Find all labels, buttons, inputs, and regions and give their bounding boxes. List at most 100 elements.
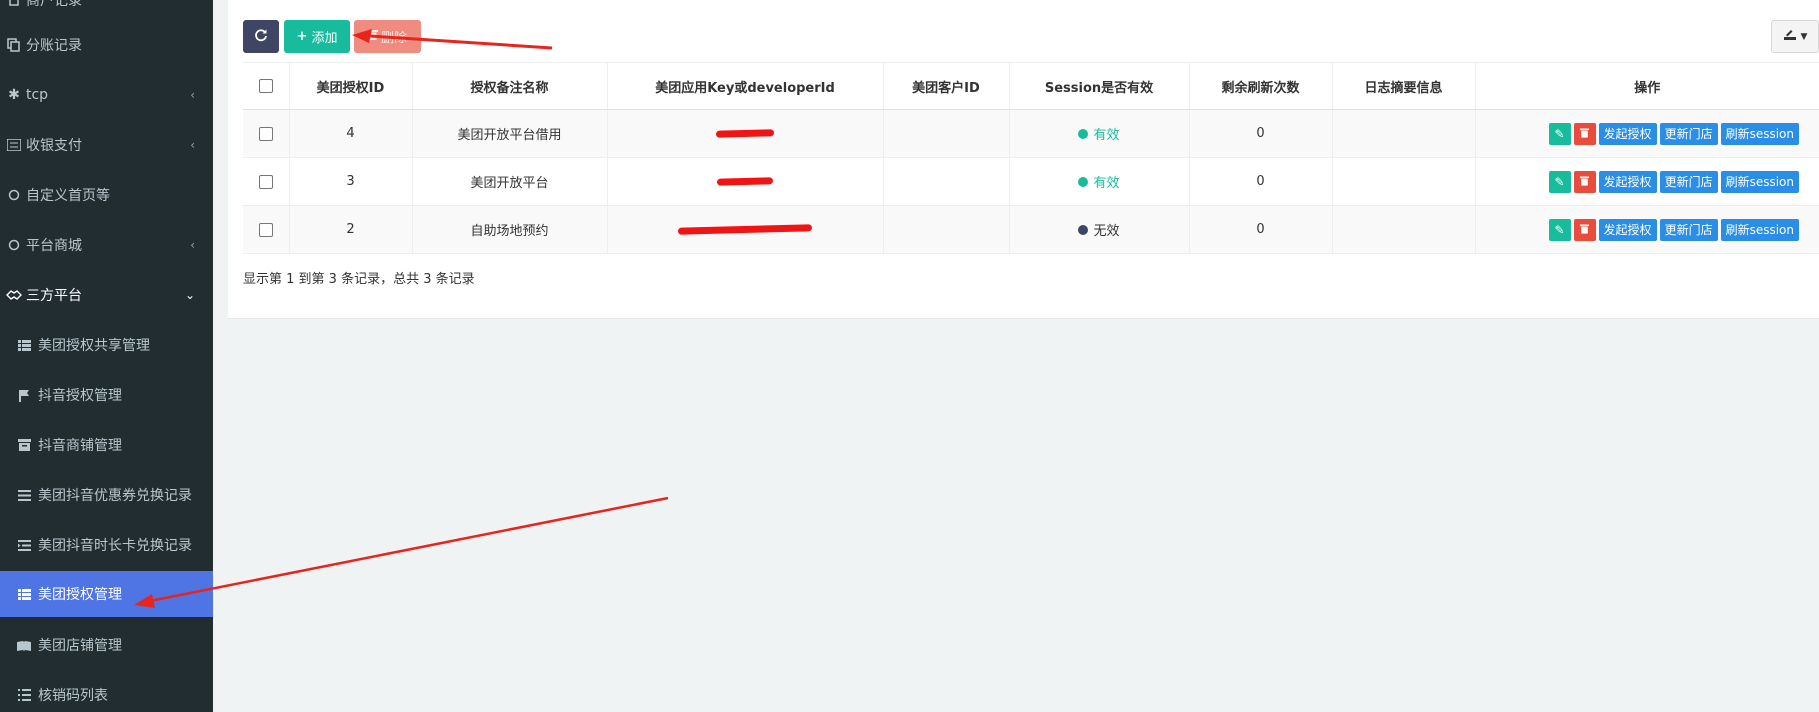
book-icon xyxy=(16,640,32,651)
table-row: 2 自助场地预约 无效 0 ✎ 发起授权 更新门店 刷新session xyxy=(243,205,1819,254)
file-icon xyxy=(6,0,22,6)
sidebar-item-label: 分账记录 xyxy=(26,38,82,54)
delete-row-button[interactable] xyxy=(1573,122,1596,145)
sidebar-item-label: 自定义首页等 xyxy=(26,188,110,204)
trash-icon xyxy=(1580,175,1590,189)
sidebar-item-meituan-share[interactable]: 美团授权共享管理 xyxy=(0,320,213,370)
update-store-button[interactable]: 更新门店 xyxy=(1659,122,1718,145)
sidebar-item-meituan-auth[interactable]: 美团授权管理 xyxy=(0,571,213,617)
sidebar-item-douyin-auth[interactable]: 抖音授权管理 xyxy=(0,370,213,420)
align-icon xyxy=(16,489,32,501)
column-header[interactable]: 美团客户ID xyxy=(883,62,1010,110)
export-dropdown-button[interactable]: ▼ xyxy=(1771,20,1819,53)
authorize-button[interactable]: 发起授权 xyxy=(1598,170,1657,193)
circle-icon xyxy=(6,239,22,251)
status-text: 有效 xyxy=(1093,128,1120,143)
select-all-checkbox[interactable] xyxy=(258,79,273,93)
sidebar-item-cashier-payment[interactable]: 收银支付 ‹ xyxy=(0,120,213,170)
cell-customer-id xyxy=(883,109,1010,158)
content-panel: + 添加 删除 ▼ 美团授权ID 授权备注名称 美团应用Key或develope… xyxy=(228,0,1819,319)
sidebar-item-split-records[interactable]: 分账记录 xyxy=(0,20,213,70)
pencil-icon: ✎ xyxy=(1554,174,1565,189)
cell-refresh-count: 0 xyxy=(1189,157,1333,206)
list-icon xyxy=(16,588,32,600)
delete-row-button[interactable] xyxy=(1573,218,1596,241)
table-header-row: 美团授权ID 授权备注名称 美团应用Key或developerId 美团客户ID… xyxy=(243,62,1819,110)
column-header[interactable]: 日志摘要信息 xyxy=(1332,62,1476,110)
sidebar-item-third-party[interactable]: 三方平台 ⌄ xyxy=(0,270,213,320)
chevron-left-icon: ‹ xyxy=(190,138,195,152)
cell-status: 有效 xyxy=(1009,157,1190,206)
sidebar-item-coupon-exchange[interactable]: 美团抖音优惠券兑换记录 xyxy=(0,470,213,520)
cell-status: 有效 xyxy=(1009,109,1190,158)
sidebar-item-label: 三方平台 xyxy=(26,288,82,304)
cell-log xyxy=(1332,157,1476,206)
plus-icon: + xyxy=(296,29,308,44)
refresh-icon xyxy=(254,28,268,46)
column-header[interactable]: 授权备注名称 xyxy=(412,62,608,110)
status-dot-icon xyxy=(1078,176,1089,187)
cell-name: 自助场地预约 xyxy=(412,205,608,254)
update-store-button[interactable]: 更新门店 xyxy=(1659,170,1718,193)
add-button[interactable]: + 添加 xyxy=(284,20,350,53)
pencil-icon: ✎ xyxy=(1554,222,1565,237)
delete-button-label: 删除 xyxy=(380,31,407,46)
cell-customer-id xyxy=(883,157,1010,206)
list-ol-icon xyxy=(16,689,32,701)
table-row: 3 美团开放平台 有效 0 ✎ 发起授权 更新门店 刷新session xyxy=(243,157,1819,206)
sidebar-item-custom-home[interactable]: 自定义首页等 xyxy=(0,170,213,220)
table-row: 4 美团开放平台借用 有效 0 ✎ 发起授权 更新门店 刷新session xyxy=(243,109,1819,158)
redaction-mark xyxy=(715,129,775,138)
authorize-button[interactable]: 发起授权 xyxy=(1598,218,1657,241)
add-button-label: 添加 xyxy=(311,31,338,46)
circle-icon xyxy=(6,189,22,201)
arrow-to-active-menu-item xyxy=(134,496,669,608)
cell-log xyxy=(1332,205,1476,254)
sidebar-item-tcp[interactable]: ✱ tcp ‹ xyxy=(0,70,213,120)
row-checkbox[interactable] xyxy=(258,174,273,189)
flag-icon xyxy=(16,389,32,402)
edit-button[interactable]: ✎ xyxy=(1548,170,1571,193)
delete-row-button[interactable] xyxy=(1573,170,1596,193)
column-header[interactable]: 美团应用Key或developerId xyxy=(607,62,884,110)
authorize-button[interactable]: 发起授权 xyxy=(1598,122,1657,145)
column-header[interactable]: Session是否有效 xyxy=(1009,62,1190,110)
pagination-summary: 显示第 1 到第 3 条记录，总共 3 条记录 xyxy=(243,272,475,287)
row-checkbox[interactable] xyxy=(258,222,273,237)
sidebar-item-label: 美团授权管理 xyxy=(38,587,122,603)
sidebar-item-verify-codes[interactable]: 核销码列表 xyxy=(0,670,213,712)
column-header[interactable]: 剩余刷新次数 xyxy=(1189,62,1333,110)
sidebar-item-platform-mall[interactable]: 平台商城 ‹ xyxy=(0,220,213,270)
cell-id: 3 xyxy=(289,157,413,206)
cell-actions: ✎ 发起授权 更新门店 刷新session xyxy=(1475,109,1819,158)
sidebar-item-label: 收银支付 xyxy=(26,138,82,154)
sidebar-item-douyin-shops[interactable]: 抖音商铺管理 xyxy=(0,420,213,470)
refresh-button[interactable] xyxy=(243,20,279,53)
cell-id: 2 xyxy=(289,205,413,254)
pencil-icon: ✎ xyxy=(1554,126,1565,141)
cell-refresh-count: 0 xyxy=(1189,109,1333,158)
sidebar-item-timecard-exchange[interactable]: 美团抖音时长卡兑换记录 xyxy=(0,520,213,570)
refresh-session-button[interactable]: 刷新session xyxy=(1720,218,1799,241)
edit-button[interactable]: ✎ xyxy=(1548,218,1571,241)
edit-button[interactable]: ✎ xyxy=(1548,122,1571,145)
cell-refresh-count: 0 xyxy=(1189,205,1333,254)
sidebar-item-label: 抖音授权管理 xyxy=(38,388,122,404)
delete-button[interactable]: 删除 xyxy=(354,20,421,53)
update-store-button[interactable]: 更新门店 xyxy=(1659,218,1718,241)
header-select-all[interactable] xyxy=(243,62,290,110)
sidebar-item-label: 平台商城 xyxy=(26,238,82,254)
copy-icon xyxy=(6,38,22,52)
refresh-session-button[interactable]: 刷新session xyxy=(1720,122,1799,145)
refresh-session-button[interactable]: 刷新session xyxy=(1720,170,1799,193)
indent-icon xyxy=(16,539,32,551)
sidebar-item-label: 美团抖音优惠券兑换记录 xyxy=(38,488,192,504)
cell-name: 美团开放平台借用 xyxy=(412,109,608,158)
row-checkbox[interactable] xyxy=(258,126,273,141)
column-header[interactable]: 美团授权ID xyxy=(289,62,413,110)
cell-status: 无效 xyxy=(1009,205,1190,254)
status-dot-icon xyxy=(1078,128,1089,139)
caret-down-icon: ▼ xyxy=(1800,31,1808,42)
sidebar-item-meituan-stores[interactable]: 美团店铺管理 xyxy=(0,620,213,670)
cell-customer-id xyxy=(883,205,1010,254)
